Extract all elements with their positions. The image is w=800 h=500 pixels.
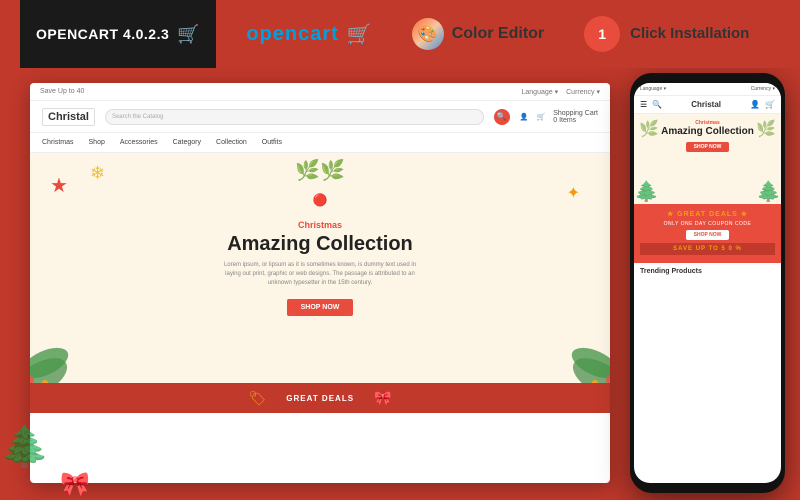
mob-nav: ☰ 🔍 Christal 👤 🛒: [634, 96, 781, 114]
site-menu: Christmas Shop Accessories Category Coll…: [30, 133, 610, 153]
site-save-text: Save Up to 40: [40, 88, 84, 95]
star-deco-left: ★: [50, 173, 68, 198]
mob-hero-title: Amazing Collection: [640, 126, 775, 138]
mob-trending: Trending Products: [634, 261, 781, 280]
site-currency: Currency ▾: [566, 88, 600, 96]
main-area: Save Up to 40 Language ▾ Currency ▾ Chri…: [0, 68, 800, 500]
mobile-preview: Language ▾ Currency ▾ ☰ 🔍 Christal 👤 🛒 🌿…: [630, 73, 785, 493]
bow-icon-right: 🎀: [374, 390, 391, 407]
site-logo: Christal: [42, 108, 95, 126]
site-search-placeholder: Search the Catalog: [112, 114, 163, 120]
mob-shop-now-button[interactable]: SHOP NOW: [686, 142, 730, 152]
mob-menu-icon[interactable]: ☰: [640, 100, 647, 109]
mob-currency: Currency ▾: [751, 86, 775, 92]
hero-title: Amazing Collection: [220, 233, 420, 255]
mob-cart-icon[interactable]: 🛒: [765, 100, 775, 109]
mob-deals-button[interactable]: SHOP NOW: [686, 230, 730, 240]
cart-icon: 🛒: [537, 113, 546, 121]
opencart-version-label: OPENCART 4.0.2.3: [36, 26, 169, 42]
color-editor-feature: 🎨 Color Editor: [412, 18, 544, 50]
nav-item-christmas[interactable]: Christmas: [42, 139, 74, 146]
mob-hero: 🌿 🌿 🌲 🌲 Christmas Amazing Collection SHO…: [634, 114, 781, 204]
tag-icon-left: 🏷: [249, 390, 267, 407]
mob-deals: ★ GREAT DEALS ★ ONLY ONE DAY COUPON CODE…: [634, 204, 781, 261]
site-topbar: Save Up to 40 Language ▾ Currency ▾: [30, 83, 610, 101]
hero-desc: Lorem ipsum, or lipsum as it is sometime…: [220, 261, 420, 288]
opencart-logo: opencart 🛒: [246, 22, 371, 47]
site-search-button[interactable]: 🔍: [494, 109, 510, 125]
one-click-feature: 1 Click Installation: [584, 16, 749, 52]
pine-branch-right: [540, 308, 610, 383]
opencart-logo-text: opencart: [246, 23, 338, 46]
ball-deco: 🔴: [313, 193, 328, 207]
pine-deco-top: 🌿🌿: [295, 158, 345, 183]
one-click-label: Click Installation: [630, 25, 749, 43]
site-icons: 👤 🛒 Shopping Cart 0 Items: [520, 110, 598, 124]
mob-pine-bottom-left: 🌲: [634, 179, 659, 204]
site-nav: Christal Search the Catalog 🔍 👤 🛒 Shoppi…: [30, 101, 610, 133]
one-click-text: Click Installation: [630, 25, 749, 42]
mob-search-icon[interactable]: 🔍: [652, 100, 662, 109]
cart-icon-blue: 🛒: [347, 22, 372, 47]
one-click-number: 1: [598, 26, 606, 42]
hero-subtitle: Christmas: [220, 220, 420, 230]
mob-logo: Christal: [667, 100, 745, 109]
mob-pine-bottom-right: 🌲: [756, 179, 781, 204]
nav-item-accessories[interactable]: Accessories: [120, 139, 158, 146]
site-bottom: 🏷 GREAT DEALS 🎀: [30, 383, 610, 413]
shop-now-button[interactable]: SHOP NOW: [287, 299, 354, 316]
mobile-screen: Language ▾ Currency ▾ ☰ 🔍 Christal 👤 🛒 🌿…: [634, 83, 781, 483]
bg-pine-deco: 🌲: [0, 423, 50, 470]
mob-pine-left: 🌿: [639, 119, 659, 139]
star-deco-right: ✦: [567, 183, 580, 203]
top-bar-features: opencart 🛒 🎨 Color Editor 1 Click Instal…: [216, 16, 780, 52]
cart-icon-top: 🛒: [177, 24, 199, 45]
user-icon: 👤: [520, 113, 529, 121]
nav-item-collection[interactable]: Collection: [216, 139, 247, 146]
nav-item-category[interactable]: Category: [173, 139, 201, 146]
nav-item-shop[interactable]: Shop: [89, 139, 105, 146]
color-editor-icon: 🎨: [412, 18, 444, 50]
site-search[interactable]: Search the Catalog: [105, 109, 484, 125]
website-preview: Save Up to 40 Language ▾ Currency ▾ Chri…: [30, 83, 610, 483]
color-editor-label: Color Editor: [452, 25, 544, 43]
hero-content: Christmas Amazing Collection Lorem ipsum…: [220, 220, 420, 316]
site-language: Language ▾: [522, 88, 559, 96]
pine-branch-left: [30, 308, 100, 383]
mob-deals-save: SAVE UP TO 5 0 %: [640, 243, 775, 255]
mob-trending-title: Trending Products: [640, 268, 775, 275]
great-deals-text: GREAT DEALS: [286, 394, 354, 403]
mob-topbar: Language ▾ Currency ▾: [634, 83, 781, 96]
bg-ribbon-deco: 🎀: [60, 470, 90, 500]
mob-pine-right: 🌿: [756, 119, 776, 139]
nav-item-outfits[interactable]: Outfits: [262, 139, 282, 146]
version-badge: OPENCART 4.0.2.3 🛒: [20, 0, 216, 68]
site-hero: ❄ ★ ✦ 🌿🌿 🔴 Christmas Amazing Collect: [30, 153, 610, 383]
one-click-icon: 1: [584, 16, 620, 52]
mob-language: Language ▾: [640, 86, 666, 92]
mob-deals-title: ★ GREAT DEALS ★: [640, 210, 775, 218]
mob-user-icon[interactable]: 👤: [750, 100, 760, 109]
snowflake-deco: ❄: [90, 163, 105, 184]
cart-text: Shopping Cart 0 Items: [553, 110, 598, 124]
mob-deals-sub: ONLY ONE DAY COUPON CODE: [640, 221, 775, 227]
top-bar: OPENCART 4.0.2.3 🛒 opencart 🛒 🎨 Color Ed…: [0, 0, 800, 68]
